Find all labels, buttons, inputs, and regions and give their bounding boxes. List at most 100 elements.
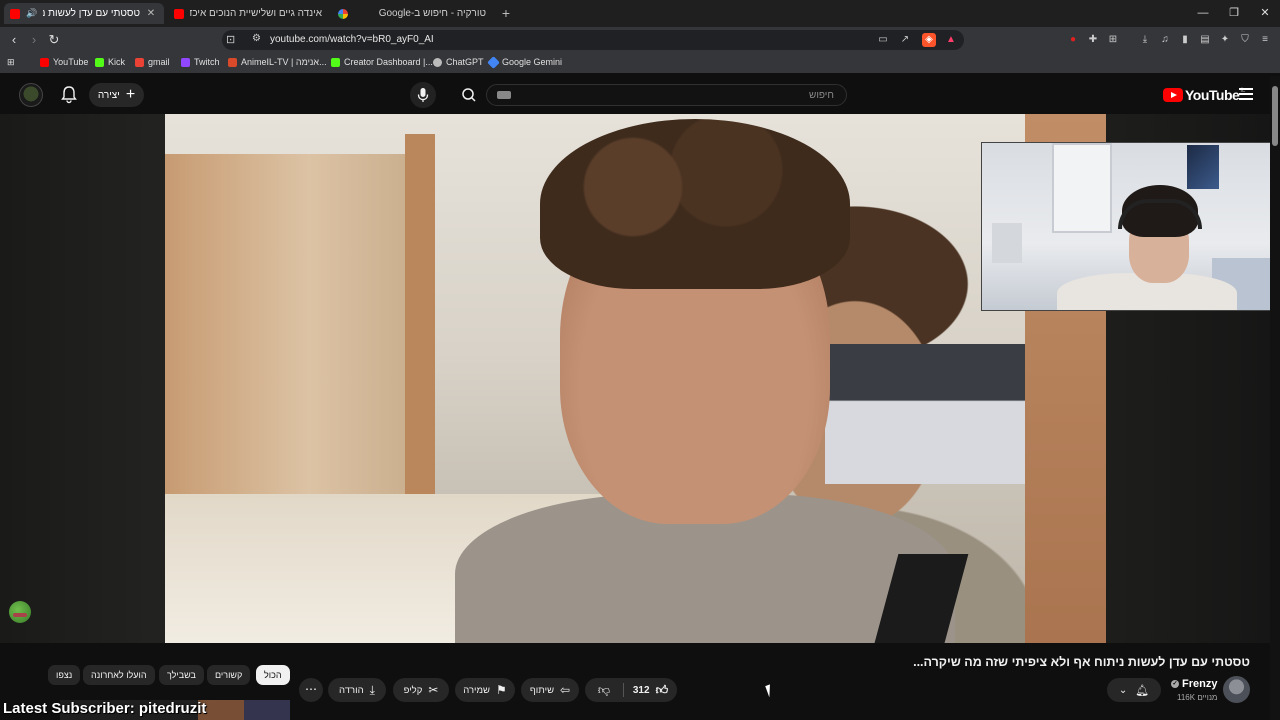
- forward-icon[interactable]: ›: [26, 32, 42, 48]
- search-button-icon[interactable]: [456, 84, 482, 106]
- create-label: יצירה: [97, 89, 120, 101]
- youtube-logo[interactable]: YouTube IL: [1163, 87, 1245, 103]
- download-label: הורדה: [339, 684, 364, 696]
- search-input[interactable]: [534, 88, 834, 103]
- more-actions-icon[interactable]: ⋯: [299, 678, 323, 702]
- save-button[interactable]: שמירה ⚑: [455, 678, 515, 702]
- ai-assistant-icon[interactable]: ✦: [1218, 33, 1232, 47]
- bookmark-chatgpt[interactable]: ChatGPT: [433, 57, 484, 67]
- scissors-icon: ✂: [428, 683, 439, 697]
- channel-name-text: Frenzy: [1182, 678, 1218, 690]
- tab-title: טסטתי עם עדן לעשות ניתוח אף: [43, 8, 140, 19]
- channel-avatar[interactable]: [1223, 676, 1250, 703]
- facecam-poster: [1187, 145, 1219, 189]
- bookmark-kick[interactable]: Kick: [95, 57, 125, 67]
- menu-icon[interactable]: ≡: [1258, 33, 1272, 47]
- create-button[interactable]: יצירה +: [89, 83, 144, 107]
- sidebar-icon[interactable]: ▮: [1178, 33, 1192, 47]
- bookmark-icon[interactable]: ⊡: [226, 33, 235, 46]
- video-player[interactable]: [165, 114, 1106, 643]
- voice-search-mic-icon[interactable]: [410, 82, 436, 108]
- bookmark-label: ChatGPT: [446, 57, 484, 67]
- browser-toolbar: ‹ › ↻ ⊡ ⚙ youtube.com/watch?v=bR0_ayF0_A…: [0, 27, 1280, 53]
- brave-rewards-icon[interactable]: ▲: [944, 33, 958, 47]
- bookmark-creator-dashboard[interactable]: Creator Dashboard |...: [331, 57, 433, 67]
- bookmark-animeil[interactable]: AnimeIL-TV | אנימה...: [228, 57, 327, 67]
- dislike-button[interactable]: 👎︎: [585, 678, 623, 702]
- chip-for-you[interactable]: בשבילך: [159, 665, 204, 685]
- bookmark-twitch[interactable]: Twitch: [181, 57, 220, 67]
- bookmark-youtube[interactable]: YouTube: [40, 57, 88, 67]
- kick-favicon-icon: [331, 57, 340, 67]
- bookmarks-bar: ⊞ YouTube Kick gmail Twitch AnimeIL-TV |…: [0, 53, 1280, 73]
- address-bar[interactable]: ⊡ ⚙ youtube.com/watch?v=bR0_ayF0_AI ▭ ↗ …: [222, 30, 964, 50]
- download-icon[interactable]: ⤓: [1138, 33, 1152, 47]
- facecam-shelf: [992, 223, 1022, 263]
- subscriber-count: 116K מנויים: [1177, 693, 1218, 702]
- download-icon: ⤓: [369, 683, 375, 697]
- latest-subscriber-overlay: Latest Subscriber: pitedruzit: [3, 700, 207, 717]
- streamer-facecam: [981, 142, 1280, 311]
- browser-tab-youtube-video[interactable]: 🔊 טסטתי עם עדן לעשות ניתוח אף ✕: [4, 3, 164, 24]
- google-favicon-icon: [338, 8, 348, 19]
- apps-grid-icon[interactable]: ⊞: [7, 57, 15, 68]
- download-button[interactable]: הורדה ⤓: [328, 678, 386, 702]
- brave-shields-icon[interactable]: ◈: [922, 33, 936, 47]
- tab-title: טורקיה - חיפוש ב-Google: [378, 8, 486, 19]
- close-tab-icon[interactable]: ✕: [144, 8, 158, 19]
- new-tab-button[interactable]: +: [498, 5, 514, 21]
- chip-watched[interactable]: נצפו: [48, 665, 81, 685]
- youtube-wordmark: YouTube: [1185, 87, 1240, 103]
- site-info-icon[interactable]: ⚙: [252, 33, 261, 44]
- search-box: [486, 84, 847, 106]
- bookmark-label: Google Gemini: [502, 57, 563, 67]
- bookmark-label: Twitch: [194, 57, 220, 67]
- reload-icon[interactable]: ↻: [46, 32, 62, 48]
- subscription-bell-dropdown[interactable]: ⌄ 🔔︎: [1107, 678, 1161, 702]
- chip-all[interactable]: הכול: [256, 665, 290, 685]
- scrollbar-thumb[interactable]: [1272, 86, 1278, 146]
- restore-window-icon[interactable]: ❐: [1225, 5, 1243, 21]
- share-icon[interactable]: ↗: [898, 33, 912, 47]
- user-avatar[interactable]: [19, 83, 43, 107]
- extensions-icon[interactable]: ✚: [1086, 33, 1100, 47]
- bookmark-label: Kick: [108, 57, 126, 67]
- channel-name[interactable]: ✓ Frenzy: [1171, 678, 1217, 690]
- clip-button[interactable]: קליפ ✂: [393, 678, 449, 702]
- keyboard-icon[interactable]: [497, 91, 511, 99]
- audio-playing-icon[interactable]: 🔊: [26, 8, 37, 19]
- minimize-window-icon[interactable]: —: [1194, 5, 1212, 21]
- chatgpt-favicon-icon: [433, 57, 442, 67]
- bookmark-gemini[interactable]: Google Gemini: [487, 55, 563, 69]
- gmail-favicon-icon: [135, 57, 144, 67]
- close-window-icon[interactable]: ✕: [1256, 5, 1274, 21]
- guide-menu-icon[interactable]: [1239, 88, 1253, 100]
- media-icon[interactable]: ♫: [1158, 33, 1172, 47]
- chip-recently-uploaded[interactable]: הועלו לאחרונה: [83, 665, 155, 685]
- vpn-shield-icon[interactable]: ⛉: [1238, 33, 1252, 47]
- extension-red-icon[interactable]: ●: [1066, 33, 1080, 47]
- browser-tab-google-search[interactable]: טורקיה - חיפוש ב-Google: [332, 3, 492, 24]
- tab-title: אינדה גיים ושלישיית הנוכים איכדו את: [190, 8, 322, 19]
- bookmark-label: AnimeIL-TV | אנימה...: [241, 57, 327, 67]
- video-scene-wall: [405, 134, 435, 494]
- like-dislike-group: 👎︎ 312 👍︎: [585, 678, 677, 702]
- bookmark-save-icon: ⚑: [495, 683, 507, 697]
- browser-tab-youtube-2[interactable]: אינדה גיים ושלישיית הנוכים איכדו את: [168, 3, 328, 24]
- chevron-down-icon: ⌄: [1118, 684, 1128, 696]
- chip-related[interactable]: קשורים: [207, 665, 251, 685]
- bookmark-gmail[interactable]: gmail: [135, 57, 170, 67]
- cast-icon[interactable]: ▭: [876, 33, 890, 47]
- animeil-favicon-icon: [228, 57, 237, 67]
- video-person-hair: [540, 119, 850, 289]
- like-button[interactable]: 312 👍︎: [624, 678, 677, 702]
- screenshot-icon[interactable]: ⊞: [1106, 33, 1120, 47]
- notifications-bell-icon[interactable]: [59, 85, 79, 105]
- like-count: 312: [632, 684, 650, 696]
- wallet-icon[interactable]: ▤: [1198, 33, 1212, 47]
- page-scrollbar[interactable]: [1270, 76, 1280, 720]
- youtube-favicon-icon: [10, 8, 20, 19]
- back-icon[interactable]: ‹: [6, 32, 22, 48]
- share-button[interactable]: שיתוף ⇦: [521, 678, 579, 702]
- browser-tab-strip: 🔊 טסטתי עם עדן לעשות ניתוח אף ✕ אינדה גי…: [0, 0, 1280, 27]
